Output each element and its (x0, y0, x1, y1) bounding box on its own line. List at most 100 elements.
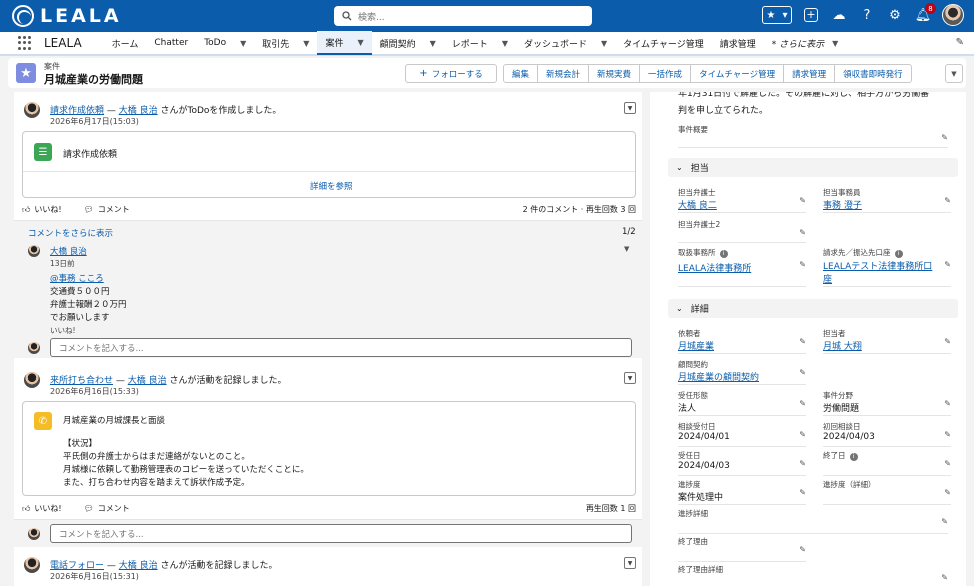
nav-item-cases[interactable]: 案件 ▼ (317, 31, 372, 55)
app-launcher-icon[interactable] (18, 36, 32, 50)
pencil-icon[interactable]: ✎ (799, 459, 806, 468)
field-value-link[interactable]: 大橋 良二 (678, 198, 717, 211)
chevron-down-icon[interactable]: ▼ (502, 39, 508, 48)
chevron-down-icon[interactable]: ▼ (240, 39, 246, 48)
nav-item-chatter[interactable]: Chatter (146, 31, 196, 55)
comment-author-link[interactable]: 大橋 良治 (50, 245, 87, 257)
chevron-down-icon[interactable]: ▼ (601, 39, 607, 48)
field-value-link[interactable]: 月城 大翔 (823, 339, 862, 352)
case-overview-text: 年1月31日付で解雇した。その解雇に対し、相手方から労働審 (678, 92, 930, 99)
comment-button[interactable]: 💬︎ コメント (84, 204, 130, 215)
post-subject-link[interactable]: 請求作成依頼 (50, 106, 104, 116)
pencil-icon[interactable]: ✎ (799, 545, 806, 554)
chevron-down-icon[interactable]: ▼ (430, 39, 436, 48)
global-actions-button[interactable]: + (802, 6, 820, 24)
chevron-down-icon[interactable]: ▼ (357, 38, 363, 47)
field-value: 2024/04/03 (678, 461, 730, 471)
chevron-down-icon[interactable]: ▼ (303, 39, 309, 48)
info-icon[interactable]: i (849, 453, 858, 461)
post-timestamp[interactable]: 2026年6月16日(15:33) (50, 386, 139, 397)
nav-item-more[interactable]: * さらに表示 ▼ (764, 31, 847, 55)
pencil-icon[interactable]: ✎ (799, 399, 806, 408)
pencil-icon[interactable]: ✎ (799, 368, 806, 377)
setup-button[interactable]: ⚙ (886, 6, 904, 24)
nav-item-contracts[interactable]: 顧問契約 ▼ (372, 31, 444, 55)
nav-item-accounts[interactable]: 取引先 ▼ (254, 31, 317, 55)
comment-input[interactable]: コメントを記入する... (50, 524, 632, 543)
chevron-down-icon[interactable]: ▼ (624, 245, 629, 253)
action-receipt[interactable]: 領収書即時発行 (835, 65, 911, 82)
action-edit[interactable]: 編集 (504, 65, 539, 82)
nav-item-home[interactable]: ホーム (104, 31, 147, 55)
post-timestamp[interactable]: 2026年6月16日(15:31) (50, 571, 139, 582)
post-menu-button[interactable]: ▼ (624, 372, 636, 384)
post-author-link[interactable]: 大橋 良治 (119, 106, 158, 116)
pencil-icon[interactable]: ✎ (944, 337, 951, 346)
field-value-link[interactable]: 月城産業 (678, 339, 714, 352)
post-timestamp[interactable]: 2026年6月17日(15:03) (50, 116, 139, 127)
follow-button[interactable]: + フォローする (405, 64, 497, 83)
field-value-link[interactable]: 事務 澄子 (823, 198, 862, 211)
avatar[interactable] (24, 557, 40, 573)
edit-nav-icon[interactable]: ✎ (956, 37, 964, 48)
comment-mention-link[interactable]: @事務 こころ (50, 272, 104, 284)
like-button[interactable]: 👍︎ いいね! (22, 204, 62, 215)
avatar[interactable] (24, 102, 40, 118)
field-value-link[interactable]: LEALAテスト法律事務所口座 (823, 261, 935, 287)
field-value-link[interactable]: 月城産業の顧問契約 (678, 370, 759, 383)
pencil-icon[interactable]: ✎ (799, 228, 806, 237)
pencil-icon[interactable]: ✎ (944, 488, 951, 497)
nav-item-todo[interactable]: ToDo ▼ (196, 31, 254, 55)
action-bulk-create[interactable]: 一括作成 (640, 65, 692, 82)
notifications-button[interactable]: 🔔︎ 8 (914, 3, 936, 24)
global-search-input[interactable]: 検索... (334, 6, 592, 26)
pencil-icon[interactable]: ✎ (799, 430, 806, 439)
user-avatar[interactable] (942, 4, 964, 26)
action-timecharge[interactable]: タイムチャージ管理 (691, 65, 785, 82)
comment-input[interactable]: コメントを記入する... (50, 338, 632, 357)
brand-logo[interactable]: LEALA (12, 5, 122, 27)
pencil-icon[interactable]: ✎ (944, 196, 951, 205)
pencil-icon[interactable]: ✎ (944, 260, 951, 269)
phone-icon: ✆ (34, 412, 52, 430)
comment-button[interactable]: 💬︎ コメント (84, 503, 130, 514)
post-subject-link[interactable]: 電話フォロー (50, 561, 104, 571)
like-button[interactable]: 👍︎ いいね! (22, 503, 62, 514)
pencil-icon[interactable]: ✎ (941, 133, 948, 142)
comment-like-button[interactable]: いいね! (50, 325, 76, 336)
field-value-link[interactable]: LEALA法律事務所 (678, 261, 751, 274)
post-author-link[interactable]: 大橋 良治 (128, 376, 167, 386)
pencil-icon[interactable]: ✎ (799, 196, 806, 205)
pencil-icon[interactable]: ✎ (944, 399, 951, 408)
nav-item-dashboards[interactable]: ダッシュボード ▼ (516, 31, 615, 55)
avatar[interactable] (28, 245, 40, 257)
action-new-expense[interactable]: 新規実費 (589, 65, 641, 82)
post-menu-button[interactable]: ▼ (624, 557, 636, 569)
pencil-icon[interactable]: ✎ (799, 488, 806, 497)
nav-item-reports[interactable]: レポート ▼ (444, 31, 516, 55)
favorites-button[interactable]: ★ ▾ (762, 6, 792, 24)
pencil-icon[interactable]: ✎ (799, 260, 806, 269)
nav-item-billing[interactable]: 請求管理 (712, 31, 764, 55)
pencil-icon[interactable]: ✎ (941, 517, 948, 526)
info-icon[interactable]: i (719, 250, 728, 258)
pencil-icon[interactable]: ✎ (941, 573, 948, 582)
post-author-link[interactable]: 大橋 良治 (119, 561, 158, 571)
view-details-link[interactable]: 詳細を参照 (310, 180, 353, 192)
pencil-icon[interactable]: ✎ (799, 337, 806, 346)
trailhead-button[interactable]: ☁ (830, 6, 848, 24)
show-more-comments-link[interactable]: コメントをさらに表示 (28, 227, 113, 239)
help-button[interactable]: ? (858, 6, 876, 24)
action-new-accounting[interactable]: 新規会計 (538, 65, 590, 82)
more-actions-button[interactable]: ▼ (945, 64, 963, 83)
avatar[interactable] (24, 372, 40, 388)
info-icon[interactable]: i (894, 250, 903, 258)
post-menu-button[interactable]: ▼ (624, 102, 636, 114)
section-tantou[interactable]: ⌄ 担当 (668, 158, 958, 177)
action-billing[interactable]: 請求管理 (784, 65, 836, 82)
pencil-icon[interactable]: ✎ (944, 459, 951, 468)
section-shosai[interactable]: ⌄ 詳細 (668, 299, 958, 318)
pencil-icon[interactable]: ✎ (944, 430, 951, 439)
nav-item-timecharge[interactable]: タイムチャージ管理 (615, 31, 712, 55)
post-subject-link[interactable]: 来所打ち合わせ (50, 376, 113, 386)
